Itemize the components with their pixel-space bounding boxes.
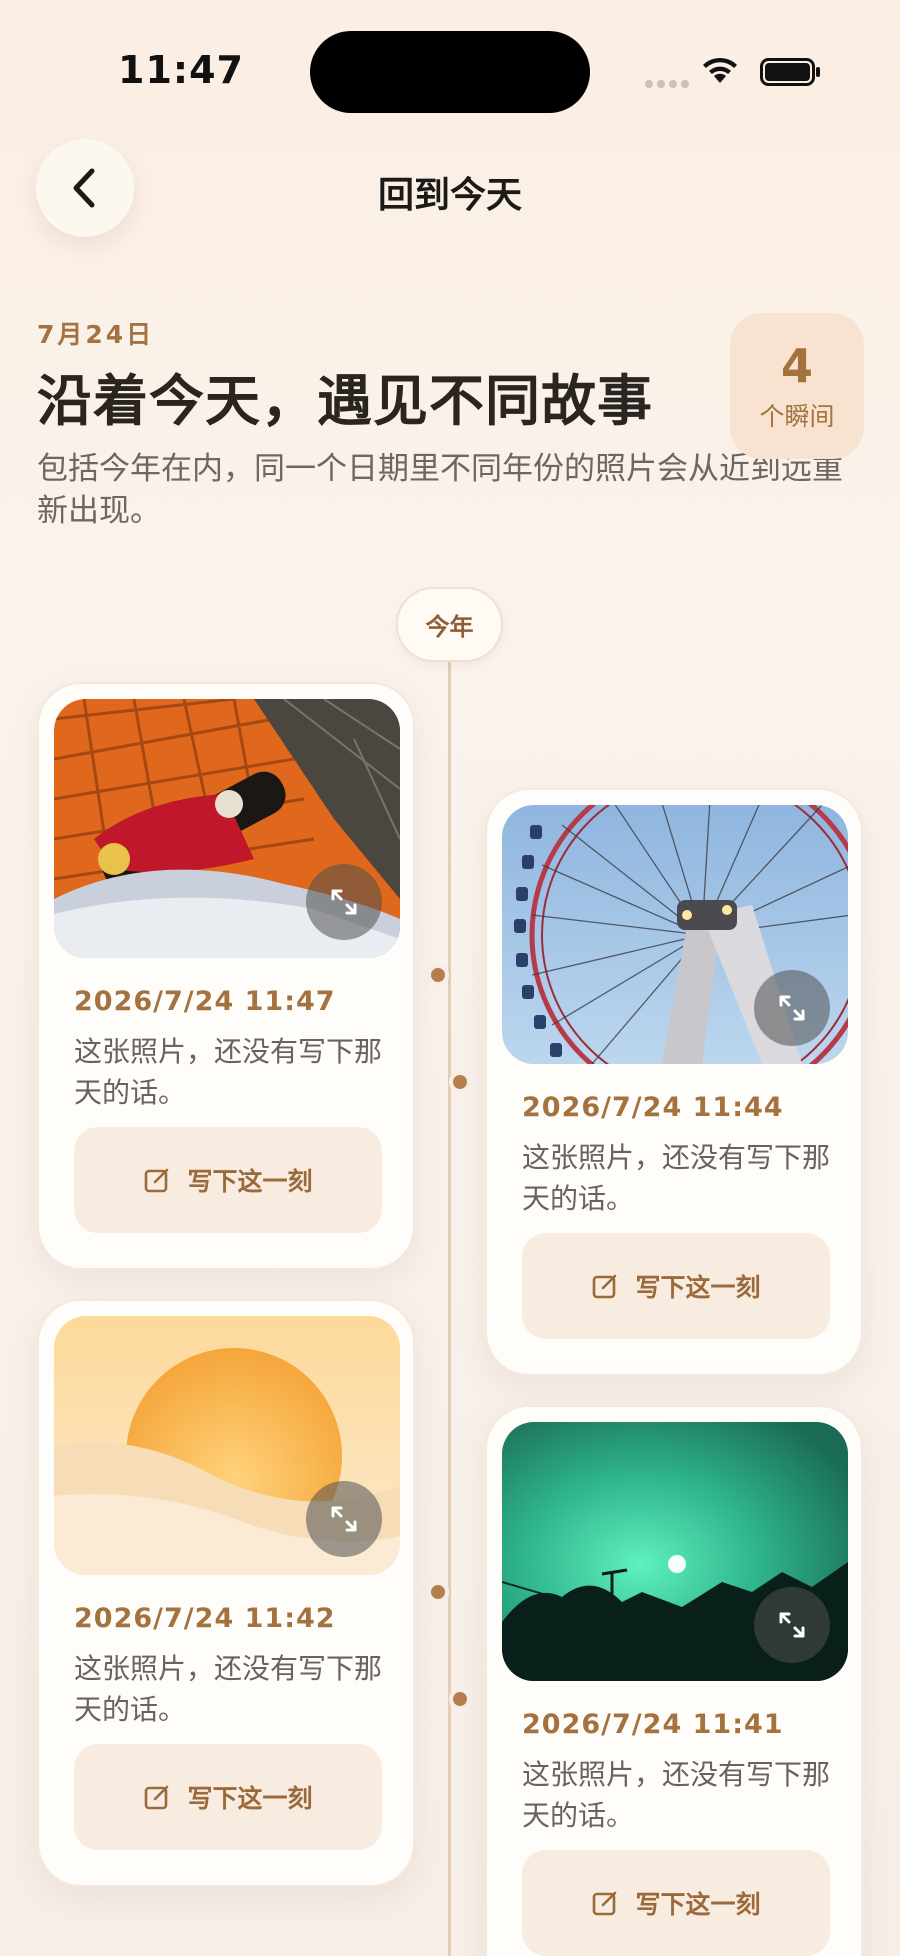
year-pill[interactable]: 今年 [396,587,503,662]
memory-card[interactable]: 2026/7/24 11:41 这张照片，还没有写下那天的话。 写下这一刻 [485,1405,863,1956]
moment-count-badge: 4 个瞬间 [730,313,864,459]
photo-date: 2026/7/24 11:47 [74,986,336,1017]
cellular-signal-icon [645,80,689,88]
wifi-icon [703,57,737,83]
battery-icon [760,58,820,86]
expand-button[interactable] [754,1587,830,1663]
expand-button[interactable] [306,864,382,940]
headline: 沿着今天，遇见不同故事 [37,369,654,433]
write-moment-label: 写下这一刻 [635,1273,761,1302]
memory-card[interactable]: 2026/7/24 11:42 这张照片，还没有写下那天的话。 写下这一刻 [37,1299,415,1887]
moment-count-unit: 个瞬间 [759,402,835,431]
edit-icon [593,1891,617,1916]
photo-note: 这张照片，还没有写下那天的话。 [522,1758,831,1832]
green-sky-photo[interactable] [502,1422,848,1681]
memory-card[interactable]: 2026/7/24 11:47 这张照片，还没有写下那天的话。 写下这一刻 [37,682,415,1270]
expand-button[interactable] [754,970,830,1046]
subtitle: 包括今年在内，同一个日期里不同年份的照片会从近到远重新出现。 [37,451,843,529]
timeline-dot [427,1581,449,1603]
memory-card[interactable]: 2026/7/24 11:44 这张照片，还没有写下那天的话。 写下这一刻 [485,788,863,1376]
photo-note: 这张照片，还没有写下那天的话。 [74,1652,383,1726]
sunset-illustration[interactable] [54,1316,400,1575]
dynamic-island [310,31,590,113]
write-moment-label: 写下这一刻 [187,1784,313,1813]
photo-date: 2026/7/24 11:44 [522,1092,784,1123]
timeline-line [448,640,451,1956]
edit-icon [593,1274,617,1299]
write-moment-button[interactable]: 写下这一刻 [74,1127,382,1233]
photo-note: 这张照片，还没有写下那天的话。 [522,1141,831,1215]
timeline-dot [449,1071,471,1093]
status-time: 11:47 [118,48,244,92]
photo-date: 2026/7/24 11:42 [74,1603,336,1634]
ferris-wheel-photo[interactable] [502,805,848,1064]
date-label: 7月24日 [37,320,155,349]
expand-icon [779,995,805,1021]
timeline-dot [427,964,449,986]
edit-icon [145,1785,169,1810]
moment-count-number: 4 [780,339,813,393]
expand-button[interactable] [306,1481,382,1557]
write-moment-label: 写下这一刻 [187,1167,313,1196]
timeline-dot [449,1688,471,1710]
page-title: 回到今天 [377,175,522,216]
expand-icon [331,1506,357,1532]
edit-icon [145,1168,169,1193]
expand-icon [779,1612,805,1638]
skateboard-photo[interactable] [54,699,400,958]
status-bar: 11:47 [0,0,900,150]
write-moment-label: 写下这一刻 [635,1890,761,1919]
write-moment-button[interactable]: 写下这一刻 [522,1233,830,1339]
write-moment-button[interactable]: 写下这一刻 [522,1850,830,1956]
expand-icon [331,889,357,915]
photo-note: 这张照片，还没有写下那天的话。 [74,1035,383,1109]
write-moment-button[interactable]: 写下这一刻 [74,1744,382,1850]
photo-date: 2026/7/24 11:41 [522,1709,784,1740]
